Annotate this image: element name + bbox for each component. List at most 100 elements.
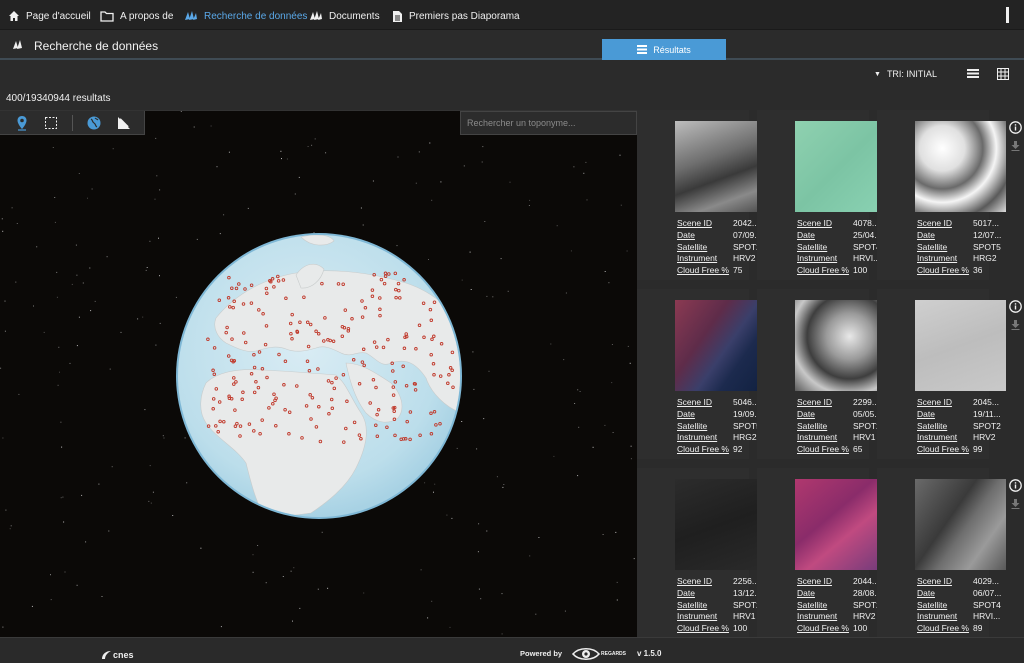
metadata-label[interactable]: Instrument [917, 611, 973, 623]
metadata-label[interactable]: Date [797, 588, 853, 600]
metadata-label[interactable]: Scene ID [677, 576, 733, 588]
2d-map-icon[interactable] [116, 115, 132, 131]
metadata-label[interactable]: Scene ID [797, 576, 853, 588]
metadata-label[interactable]: Satellite [917, 421, 973, 433]
metadata-label[interactable]: Satellite [797, 600, 853, 612]
map-view[interactable] [0, 110, 637, 637]
metadata-label[interactable]: Instrument [797, 253, 853, 265]
metadata-label[interactable]: Instrument [677, 253, 733, 265]
nav-item-diaporama[interactable]: Premiers pas Diaporama [392, 8, 520, 24]
scene-thumbnail[interactable] [795, 300, 886, 391]
metadata-label[interactable]: Satellite [677, 421, 733, 433]
result-card[interactable]: Scene ID 5046... Date 19/09... Satellite SPOT… [637, 289, 782, 459]
scene-thumbnail[interactable] [795, 121, 886, 212]
scene-thumbnail[interactable] [915, 121, 1006, 212]
metadata-label[interactable]: Instrument [797, 611, 853, 623]
metadata-label[interactable]: Date [917, 409, 973, 421]
metadata-label[interactable]: Instrument [677, 611, 733, 623]
nav-item-label: A propos de [120, 10, 174, 22]
metadata-label[interactable]: Scene ID [677, 397, 733, 409]
globe[interactable] [176, 233, 462, 519]
nav-item-home[interactable]: Page d'accueil [8, 8, 91, 24]
info-icon[interactable] [1009, 300, 1022, 313]
metadata-label[interactable]: Cloud Free % [677, 265, 733, 277]
result-card[interactable]: Scene ID 2256... Date 13/12... Satellite SPOT… [637, 468, 782, 638]
scene-thumbnail[interactable] [675, 479, 766, 570]
metadata-label[interactable]: Cloud Free % [797, 265, 853, 277]
download-icon[interactable] [1011, 499, 1020, 509]
metadata-label[interactable]: Cloud Free % [677, 444, 733, 456]
nav-item-search-data[interactable]: Recherche de données [184, 8, 307, 24]
list-view-icon[interactable] [967, 68, 979, 79]
metadata-label[interactable]: Satellite [797, 242, 853, 254]
metadata-label[interactable]: Date [797, 230, 853, 242]
metadata-label[interactable]: Scene ID [797, 218, 853, 230]
box-select-tool-icon[interactable] [43, 115, 59, 131]
map-toolbar [0, 111, 145, 135]
user-menu-handle[interactable] [1006, 7, 1009, 23]
scene-thumbnail[interactable] [915, 300, 1006, 391]
metadata-label[interactable]: Instrument [677, 432, 733, 444]
metadata-label[interactable]: Satellite [917, 600, 973, 612]
result-card[interactable]: Scene ID 4029... Date 06/07... Satellite SPOT… [877, 468, 1022, 638]
metadata-label[interactable]: Date [917, 588, 973, 600]
metadata-label[interactable]: Date [677, 588, 733, 600]
metadata-label[interactable]: Date [677, 409, 733, 421]
scene-thumbnail[interactable] [795, 479, 886, 570]
metadata-value: 75 [733, 265, 743, 276]
result-card[interactable]: Scene ID 2045... Date 19/11... Satellite SPOT… [877, 289, 1022, 459]
metadata-label[interactable]: Instrument [917, 432, 973, 444]
metadata-label[interactable]: Satellite [677, 242, 733, 254]
download-icon[interactable] [1011, 320, 1020, 330]
metadata-label[interactable]: Satellite [797, 421, 853, 433]
grid-view-icon[interactable] [997, 68, 1009, 80]
metadata-value: 36 [973, 265, 983, 276]
info-icon[interactable] [1009, 121, 1022, 134]
metadata-label[interactable]: Date [797, 409, 853, 421]
result-card[interactable]: Scene ID 5017... Date 12/07... Satellite SPOT… [877, 110, 1022, 280]
tab-results[interactable]: Résultats [602, 39, 726, 60]
metadata-label[interactable]: Satellite [917, 242, 973, 254]
globe-view-icon[interactable] [86, 115, 102, 131]
scene-thumbnail[interactable] [675, 121, 766, 212]
metadata-label[interactable]: Scene ID [677, 218, 733, 230]
metadata-label[interactable]: Cloud Free % [677, 623, 733, 635]
metadata-label[interactable]: Instrument [797, 432, 853, 444]
metadata-label[interactable]: Cloud Free % [917, 265, 973, 277]
metadata-row: Scene ID 4029... [917, 576, 1012, 588]
sort-dropdown[interactable]: ▼ TRI: INITIAL [874, 69, 937, 79]
metadata-row: Cloud Free % 89 [917, 623, 1012, 635]
metadata-value: HRV2 [973, 432, 996, 443]
info-icon[interactable] [1009, 479, 1022, 492]
nav-item-about[interactable]: A propos de [100, 8, 173, 24]
result-card[interactable]: Scene ID 2044... Date 28/08... Satellite SPOT… [757, 468, 902, 638]
metadata-label[interactable]: Cloud Free % [797, 623, 853, 635]
result-card[interactable]: Scene ID 4078... Date 25/04... Satellite SPOT… [757, 110, 902, 280]
scene-thumbnail[interactable] [915, 479, 1006, 570]
download-icon[interactable] [1011, 141, 1020, 151]
toponym-search-input[interactable] [460, 111, 637, 135]
metadata-label[interactable]: Satellite [677, 600, 733, 612]
metadata-value: HRVI... [973, 611, 1001, 622]
metadata-label[interactable]: Cloud Free % [797, 444, 853, 456]
scene-thumbnail[interactable] [675, 300, 766, 391]
result-card[interactable]: Scene ID 2042... Date 07/09... Satellite SPOT… [637, 110, 782, 280]
metadata-label[interactable]: Scene ID [917, 218, 973, 230]
metadata-label[interactable]: Date [677, 230, 733, 242]
metadata-label[interactable]: Cloud Free % [917, 623, 973, 635]
nav-item-documents[interactable]: Documents [309, 8, 380, 24]
metadata-value: HRV1 [853, 432, 876, 443]
page-title: Recherche de données [34, 39, 159, 53]
metadata-row: Cloud Free % 36 [917, 265, 1012, 277]
metadata-label[interactable]: Date [917, 230, 973, 242]
metadata-value: 2042... [733, 218, 759, 228]
pin-tool-icon[interactable] [14, 115, 30, 131]
metadata-label[interactable]: Scene ID [917, 397, 973, 409]
metadata-label[interactable]: Instrument [917, 253, 973, 265]
metadata-value: 5046... [733, 397, 759, 407]
metadata-label[interactable]: Cloud Free % [917, 444, 973, 456]
metadata-row: Instrument HRV2 [917, 432, 1012, 444]
result-card[interactable]: Scene ID 2299... Date 05/05... Satellite SPOT… [757, 289, 902, 459]
metadata-label[interactable]: Scene ID [797, 397, 853, 409]
metadata-label[interactable]: Scene ID [917, 576, 973, 588]
